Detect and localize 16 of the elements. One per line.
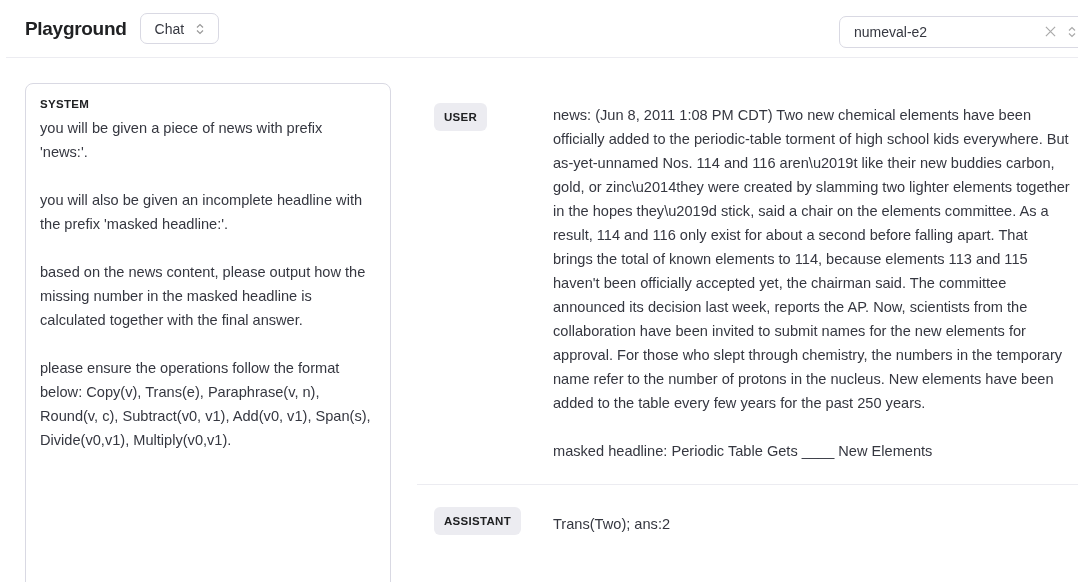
- role-badge[interactable]: USER: [434, 103, 488, 131]
- message-text[interactable]: news: (Jun 8, 2011 1:08 PM CDT) Two new chemical elements have been officially added to the periodic-table torment of high school kids everywhere. But as-yet-unnamed Nos. 114 and 116 aren\u2019t like their new buddies carbon, gold, or zinc\u2014they were created by slamming two lighter elements together in the hopes they\u2019d stick, said a chair on the elements committee. As a result, 114 and 116 only exist for about a second before falling apart. That brings the total of known elements to 114, because elements 113 and 115 haven't been officially accepted yet, the chairman said. The committee announced its decision last week, reports the AP. Now, scientists from the collaboration have been invited to submit names for the new elements for approval. For those who slept through chemistry, the numbers in the temporary name refer to the number of protons in the nucleus. New elements have been added to the table every few years for the past 250 years.: [553, 103, 1070, 415]
- chevron-updown-icon: [1068, 25, 1076, 38]
- message-text[interactable]: Trans(Two); ans:2: [553, 512, 1070, 536]
- mode-select[interactable]: Chat: [139, 13, 220, 44]
- system-prompt-text[interactable]: based on the news content, please output how the missing number in the masked headline is calculated together with the final answer.: [40, 260, 374, 332]
- system-prompt-text[interactable]: you will be given a piece of news with prefix 'news:'.: [40, 116, 374, 164]
- model-select[interactable]: numeval-e2: [839, 15, 1078, 48]
- chevron-updown-icon: [196, 22, 205, 35]
- system-prompt-text[interactable]: please ensure the operations follow the format below: Copy(v), Trans(e), Paraphrase(v, n), Round(v, c), Subtract(v0, v1), Add(v0, v1), Span(s), Divide(v0,v1), Multiply(v0,v1).: [40, 356, 374, 452]
- clear-icon[interactable]: [1045, 26, 1056, 37]
- page-title: Playground: [25, 17, 127, 40]
- role-badge[interactable]: ASSISTANT: [434, 507, 522, 535]
- system-prompt-text[interactable]: you will also be given an incomplete headline with the prefix 'masked headline:'.: [40, 188, 374, 236]
- system-label: SYSTEM: [40, 98, 91, 110]
- message-text[interactable]: masked headline: Periodic Table Gets ____ New Elements: [553, 439, 1070, 463]
